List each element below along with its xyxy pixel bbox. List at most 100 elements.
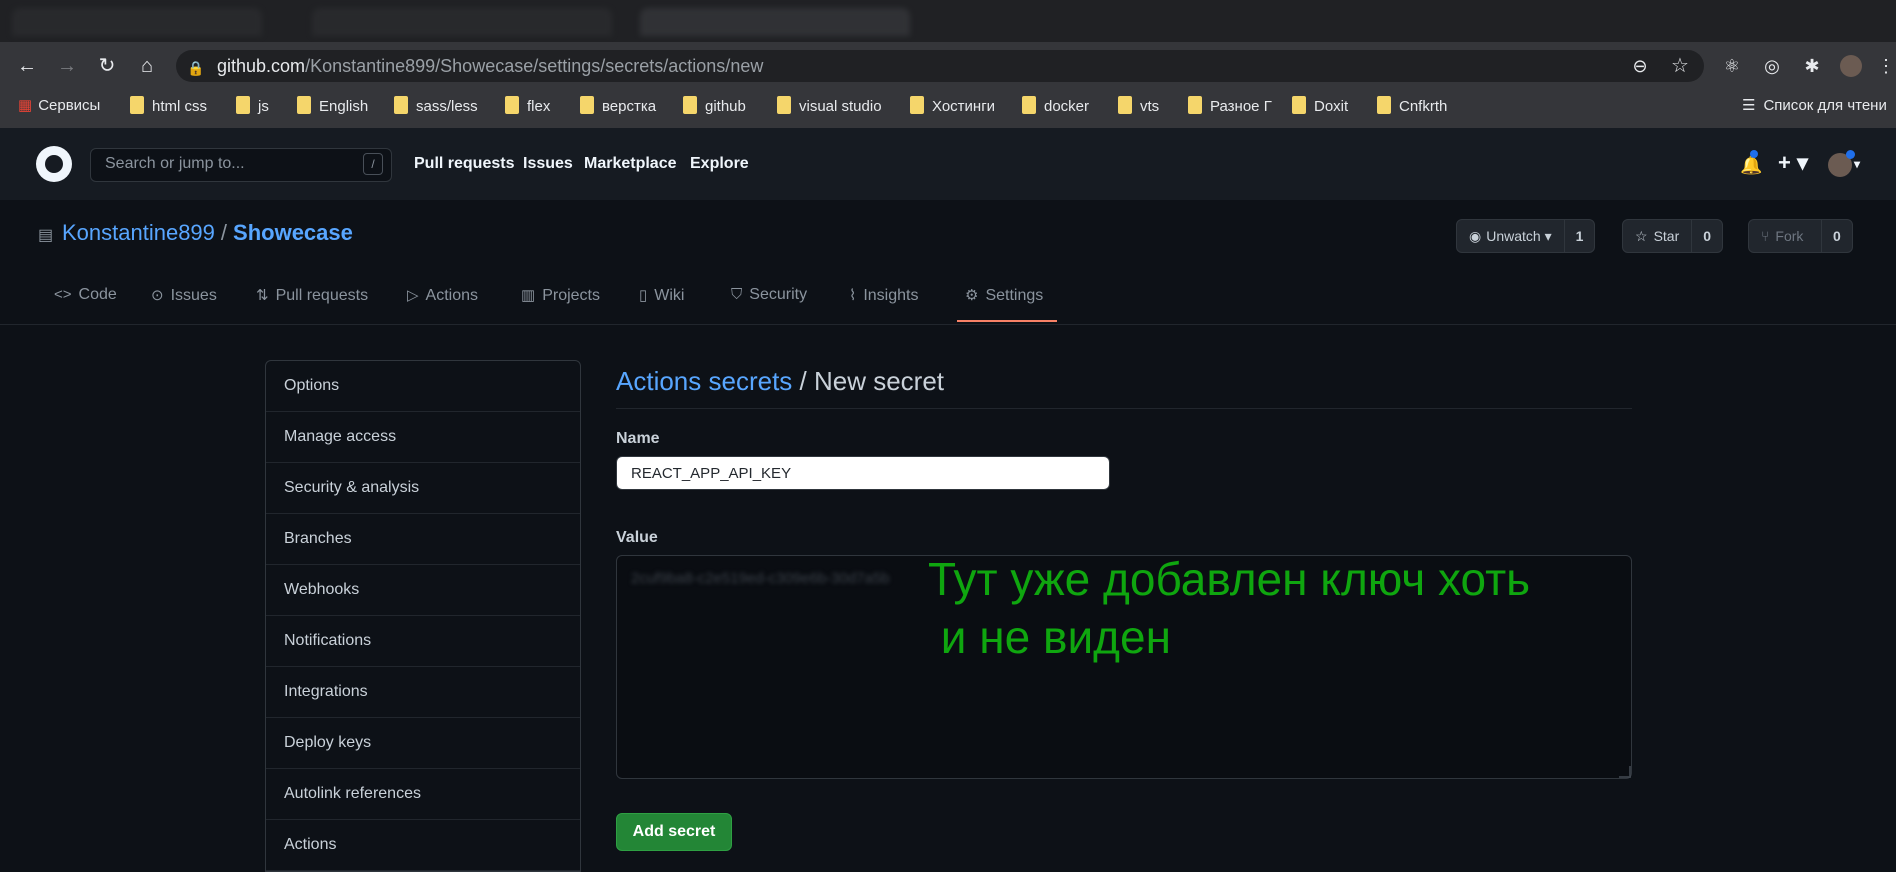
- star-count[interactable]: 0: [1691, 220, 1722, 252]
- add-secret-button[interactable]: Add secret: [616, 813, 732, 851]
- github-logo-icon[interactable]: [36, 146, 72, 182]
- tab-security[interactable]: ⛉ Security: [731, 286, 807, 304]
- url-text[interactable]: github.com/Konstantine899/Showecase/sett…: [217, 56, 763, 77]
- notifications-bell-icon[interactable]: 🔔: [1740, 155, 1762, 176]
- tab-issues[interactable]: ⊙ Issues: [151, 286, 217, 305]
- header-link-issues[interactable]: Issues: [523, 155, 573, 173]
- header-link-explore[interactable]: Explore: [690, 155, 749, 173]
- bookmark-folder[interactable]: Cnfkrth: [1377, 96, 1447, 118]
- sidebar-item-options[interactable]: Options: [266, 361, 580, 412]
- notification-dot: [1750, 150, 1758, 158]
- pull-request-icon: ⇅: [256, 287, 269, 304]
- forward-icon[interactable]: →: [55, 54, 79, 78]
- code-icon: <>: [54, 286, 72, 303]
- folder-icon: [777, 96, 791, 114]
- tab-settings[interactable]: ⚙ Settings: [965, 286, 1043, 305]
- sidebar-item-manage-access[interactable]: Manage access: [266, 412, 580, 463]
- browser-tab[interactable]: [312, 8, 612, 36]
- breadcrumb-current: New secret: [813, 366, 945, 396]
- bookmark-folder[interactable]: js: [236, 96, 269, 118]
- tab-insights[interactable]: ⌇ Insights: [849, 286, 918, 305]
- chevron-down-icon[interactable]: ▾: [1854, 157, 1860, 171]
- lock-icon[interactable]: 🔒: [184, 56, 208, 80]
- react-devtools-icon[interactable]: ⚛: [1720, 54, 1744, 78]
- watch-button-group: ◉ Unwatch ▾ 1: [1456, 219, 1596, 253]
- create-new-icon[interactable]: + ▾: [1778, 150, 1808, 176]
- star-button[interactable]: ☆ Star: [1623, 220, 1691, 252]
- reload-icon[interactable]: ↻: [95, 54, 119, 78]
- bookmark-folder[interactable]: docker: [1022, 96, 1089, 118]
- bookmark-apps[interactable]: ▦ Сервисы: [18, 96, 100, 118]
- watch-button[interactable]: ◉ Unwatch ▾: [1457, 220, 1564, 252]
- tab-code[interactable]: <> Code: [54, 286, 117, 304]
- sidebar-item-webhooks[interactable]: Webhooks: [266, 565, 580, 616]
- bookmark-folder[interactable]: Doxit: [1292, 96, 1348, 118]
- value-label: Value: [616, 529, 658, 546]
- active-tab-indicator: [957, 320, 1057, 322]
- settings-sidebar: Options Manage access Security & analysi…: [265, 360, 581, 872]
- reading-list[interactable]: ☰ Список для чтени: [1742, 96, 1887, 118]
- sidebar-item-deploy-keys[interactable]: Deploy keys: [266, 718, 580, 769]
- fork-button[interactable]: ⑂ Fork: [1749, 220, 1821, 252]
- folder-icon: [297, 96, 311, 114]
- home-icon[interactable]: ⌂: [135, 54, 159, 78]
- back-icon[interactable]: ←: [15, 54, 39, 78]
- repo-owner-link[interactable]: Konstantine899: [62, 220, 215, 245]
- url-path: /Konstantine899/Showecase/settings/secre…: [305, 56, 764, 76]
- repo-separator: /: [220, 220, 228, 245]
- annotation-line-2: и не виден: [928, 611, 1171, 663]
- folder-icon: [505, 96, 519, 114]
- bookmark-folder[interactable]: github: [683, 96, 746, 118]
- secret-name-input[interactable]: [616, 456, 1110, 490]
- title-divider: [616, 408, 1632, 409]
- zoom-icon[interactable]: ⊖: [1628, 54, 1652, 78]
- tab-actions[interactable]: ▷ Actions: [407, 286, 478, 305]
- search-placeholder: Search or jump to...: [105, 155, 245, 172]
- issue-icon: ⊙: [151, 287, 164, 304]
- bookmark-folder[interactable]: sass/less: [394, 96, 478, 118]
- sidebar-item-branches[interactable]: Branches: [266, 514, 580, 565]
- gear-icon: ⚙: [965, 287, 979, 304]
- slash-shortcut: /: [363, 153, 383, 175]
- browser-tab[interactable]: [12, 8, 262, 36]
- eye-icon: ◉: [1469, 228, 1482, 244]
- folder-icon: [580, 96, 594, 114]
- bookmark-folder[interactable]: flex: [505, 96, 550, 118]
- watch-count[interactable]: 1: [1563, 220, 1595, 252]
- sidebar-item-security-analysis[interactable]: Security & analysis: [266, 463, 580, 514]
- sidebar-item-actions[interactable]: Actions: [266, 820, 580, 871]
- profile-avatar[interactable]: [1840, 55, 1862, 77]
- tab-pull-requests[interactable]: ⇅ Pull requests: [256, 286, 368, 305]
- bookmark-folder[interactable]: html css: [130, 96, 207, 118]
- bookmark-folder[interactable]: верстка: [580, 96, 656, 118]
- folder-icon: [1292, 96, 1306, 114]
- extension-icon[interactable]: ◎: [1760, 54, 1784, 78]
- folder-icon: [1377, 96, 1391, 114]
- star-bookmark-icon[interactable]: ☆: [1668, 54, 1692, 78]
- bookmark-folder[interactable]: Разное Г: [1188, 96, 1272, 118]
- tab-projects[interactable]: ▥ Projects: [521, 286, 600, 305]
- folder-icon: [394, 96, 408, 114]
- folder-icon: [1188, 96, 1202, 114]
- bookmark-folder[interactable]: vts: [1118, 96, 1159, 118]
- bookmark-folder[interactable]: English: [297, 96, 368, 118]
- sidebar-item-autolink-references[interactable]: Autolink references: [266, 769, 580, 820]
- tab-wiki[interactable]: ▯ Wiki: [639, 286, 684, 305]
- bookmark-folder[interactable]: Хостинги: [910, 96, 995, 118]
- play-icon: ▷: [407, 287, 419, 304]
- header-link-marketplace[interactable]: Marketplace: [584, 155, 677, 173]
- resize-handle[interactable]: [1619, 766, 1631, 778]
- extensions-puzzle-icon[interactable]: ✱: [1800, 54, 1824, 78]
- browser-tab-active[interactable]: [640, 8, 910, 36]
- sidebar-item-integrations[interactable]: Integrations: [266, 667, 580, 718]
- breadcrumb-actions-secrets[interactable]: Actions secrets: [616, 366, 792, 396]
- shield-icon: ⛉: [731, 286, 743, 303]
- secret-value-text: 2cuf9ba8-c2e519ed-c309e6b-30d7a5b: [631, 570, 890, 587]
- more-menu-icon[interactable]: ⋮: [1874, 54, 1896, 78]
- header-link-pull-requests[interactable]: Pull requests: [414, 155, 514, 173]
- sidebar-item-notifications[interactable]: Notifications: [266, 616, 580, 667]
- fork-count[interactable]: 0: [1821, 220, 1852, 252]
- bookmark-folder[interactable]: visual studio: [777, 96, 882, 118]
- repo-title: Konstantine899/Showecase: [62, 220, 353, 246]
- repo-name-link[interactable]: Showecase: [233, 220, 353, 245]
